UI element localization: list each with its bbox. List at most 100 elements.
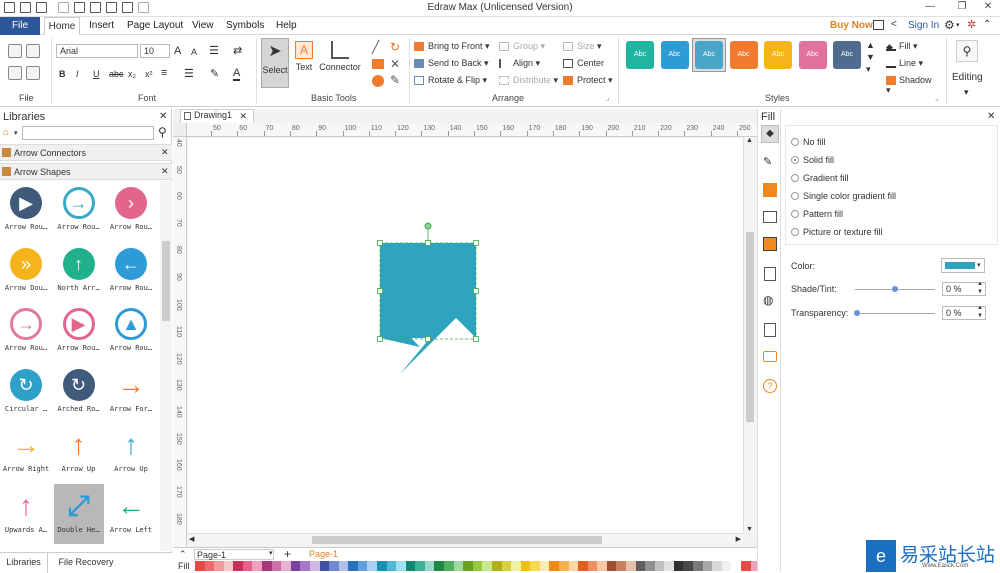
palette-swatch[interactable]: [721, 561, 732, 571]
bug-icon[interactable]: ✲: [967, 18, 976, 31]
vertical-scrollbar[interactable]: ▲ ▼: [743, 137, 756, 533]
close-icon[interactable]: ✕: [978, 1, 998, 12]
fill-option[interactable]: Gradient fill: [789, 171, 989, 185]
fill-panel-close-icon[interactable]: ✕: [987, 111, 995, 122]
palette-swatch[interactable]: [367, 561, 377, 571]
library-shape-item[interactable]: ▲ Arrow Rou…: [106, 302, 156, 362]
document-close-icon[interactable]: ✕: [239, 111, 247, 122]
palette-swatch[interactable]: [453, 561, 464, 571]
tab-view[interactable]: View: [192, 20, 214, 31]
palette-swatch[interactable]: [195, 561, 205, 571]
highlight-icon[interactable]: ✎: [210, 67, 219, 80]
library-shape-item[interactable]: → Arrow For…: [106, 363, 156, 423]
tab-insert[interactable]: Insert: [89, 20, 114, 31]
palette-swatch[interactable]: [673, 561, 684, 571]
section-close-icon[interactable]: ✕: [161, 166, 169, 177]
palette-swatch[interactable]: [626, 561, 636, 571]
line-spacing-icon[interactable]: ≡: [161, 67, 167, 79]
palette-swatch[interactable]: [444, 561, 454, 571]
palette-swatch[interactable]: [693, 561, 703, 571]
radio-button[interactable]: [791, 138, 799, 146]
radio-button[interactable]: [791, 210, 799, 218]
palette-swatch[interactable]: [482, 561, 492, 571]
copy-icon[interactable]: [8, 66, 22, 80]
fill-option[interactable]: No fill: [789, 135, 989, 149]
palette-swatch[interactable]: [348, 561, 358, 571]
palette-swatch[interactable]: [242, 561, 253, 571]
styles-scroll-down-icon[interactable]: ▼: [866, 52, 875, 62]
palette-swatch[interactable]: [396, 561, 406, 571]
fill-option[interactable]: Picture or texture fill: [789, 225, 989, 239]
palette-swatch[interactable]: [511, 561, 521, 571]
comment-icon[interactable]: [763, 351, 777, 362]
library-shape-item[interactable]: ↻ Arched Ro…: [54, 363, 104, 423]
transparency-slider-track[interactable]: [855, 313, 935, 314]
align-button[interactable]: Align ▾: [499, 58, 559, 70]
paste-icon[interactable]: [26, 66, 40, 80]
library-shape-item[interactable]: ↑ North Arr…: [54, 242, 104, 302]
tab-page-layout[interactable]: Page Layout: [127, 20, 183, 31]
library-shape-item[interactable]: › Arrow Rou…: [106, 181, 156, 241]
protect-button[interactable]: Protect ▾: [563, 75, 613, 87]
transparency-stepper-up-icon[interactable]: ▲: [977, 305, 983, 311]
palette-swatch[interactable]: [568, 561, 579, 571]
page-panel-icon[interactable]: [764, 267, 776, 281]
palette-swatch[interactable]: [233, 561, 243, 571]
palette-swatch[interactable]: [549, 561, 559, 571]
library-search-icon[interactable]: ⚲: [158, 125, 167, 139]
palette-swatch[interactable]: [578, 561, 588, 571]
cross-tool-icon[interactable]: ✕: [390, 57, 400, 71]
library-section-arrow-connectors[interactable]: Arrow Connectors ✕: [0, 144, 172, 161]
tab-help[interactable]: Help: [276, 20, 297, 31]
library-shape-item[interactable]: ⤢ Double He…: [53, 483, 104, 544]
palette-swatch[interactable]: [300, 561, 310, 571]
globe-icon[interactable]: ◍: [763, 293, 777, 307]
horizontal-scrollbar[interactable]: ◀ ▶: [187, 533, 743, 546]
palette-swatch[interactable]: [740, 561, 751, 571]
bullets-icon[interactable]: ☰: [184, 67, 194, 80]
palette-swatch[interactable]: [252, 561, 263, 571]
double-arrow[interactable]: [380, 243, 476, 347]
style-swatch[interactable]: Abc: [660, 41, 689, 69]
palette-swatch[interactable]: [664, 561, 674, 571]
font-family-select[interactable]: Arial: [56, 44, 138, 58]
library-shape-item[interactable]: ▶ Arrow Rou…: [1, 181, 51, 241]
radio-button[interactable]: [791, 156, 799, 164]
help-icon[interactable]: ?: [763, 379, 777, 393]
bold-icon[interactable]: B: [59, 69, 66, 79]
fill-option[interactable]: Solid fill: [789, 153, 989, 167]
format-painter-icon[interactable]: [26, 44, 40, 58]
distribute-button[interactable]: Distribute ▾: [499, 75, 559, 87]
palette-swatch[interactable]: [424, 561, 435, 571]
radio-button[interactable]: [791, 174, 799, 182]
palette-swatch[interactable]: [712, 561, 722, 571]
library-shape-item[interactable]: » Arrow Dou…: [1, 242, 51, 302]
library-shape-item[interactable]: → Arrow Right: [1, 423, 51, 483]
palette-swatch[interactable]: [319, 561, 330, 571]
fill-button[interactable]: ◆ Fill ▾: [886, 41, 938, 53]
share-icon[interactable]: <: [891, 19, 897, 30]
palette-swatch[interactable]: [204, 561, 215, 571]
font-size-select[interactable]: 10: [140, 44, 170, 58]
palette-swatch[interactable]: [281, 561, 291, 571]
tab-file[interactable]: File: [0, 17, 40, 35]
palette-swatch[interactable]: [376, 561, 387, 571]
radio-button[interactable]: [791, 192, 799, 200]
fill-option[interactable]: Pattern fill: [789, 207, 989, 221]
palette-swatch[interactable]: [405, 561, 416, 571]
library-shape-item[interactable]: ↑ Upwards A…: [1, 484, 51, 544]
library-shape-item[interactable]: → Arrow Rou…: [54, 181, 104, 241]
center-button[interactable]: Center: [563, 58, 613, 70]
palette-swatch[interactable]: [434, 561, 445, 571]
style-swatch[interactable]: Abc: [798, 41, 827, 69]
styles-launcher-icon[interactable]: ⌟: [935, 94, 938, 102]
chevron-down-icon[interactable]: ▾: [956, 21, 960, 29]
palette-swatch[interactable]: [386, 561, 397, 571]
fill-panel-icon[interactable]: ◆: [761, 125, 779, 143]
pen-tool-icon[interactable]: ✎: [390, 73, 400, 87]
palette-swatch[interactable]: [731, 561, 741, 571]
active-page-tab[interactable]: Page-1: [309, 549, 338, 559]
arrange-launcher-icon[interactable]: ⌟: [606, 94, 609, 102]
library-shape-item[interactable]: → Arrow Rou…: [1, 302, 51, 362]
palette-swatch[interactable]: [539, 561, 550, 571]
